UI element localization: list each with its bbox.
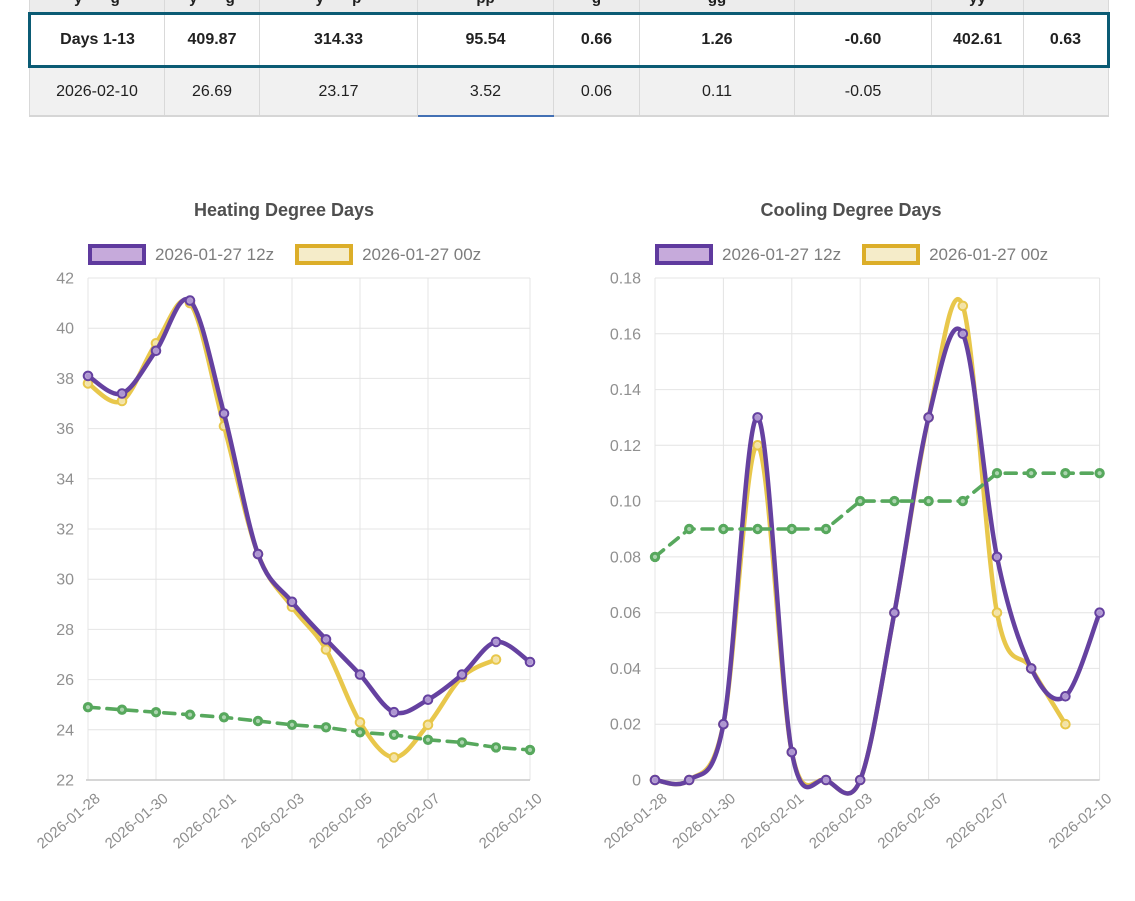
chart-canvas: 42 40 38 36 34 32 30 28 26 24 222026-01-282026-01-…: [28, 190, 568, 900]
y-axis-tick-label: 38: [56, 371, 74, 388]
table-header-cell: gg: [640, 0, 795, 14]
row-label-cell: 2026-02-10: [30, 67, 165, 117]
value-cell: 314.33: [260, 14, 418, 67]
y-axis-tick-label: 0.06: [610, 605, 641, 622]
x-axis-tick-label: 2026-01-28: [34, 790, 104, 852]
x-axis-tick-label: 2026-02-01: [170, 790, 240, 852]
value-cell: [1024, 67, 1109, 117]
x-axis-tick-label: 2026-01-30: [102, 790, 172, 852]
x-axis-tick-label: 2026-02-07: [374, 790, 444, 852]
value-cell: 95.54: [418, 14, 554, 67]
table-header-cell: y g: [165, 0, 260, 14]
y-axis-tick-label: 22: [56, 773, 74, 790]
clipped-header-text: yy: [932, 0, 1023, 7]
y-axis-tick-label: 26: [56, 672, 74, 689]
table-header-cell: y p: [260, 0, 418, 14]
value-cell: 0.11: [640, 67, 795, 117]
page: y gy gy pppgggyy Days 1-13409.87314.3395…: [0, 0, 1135, 901]
value-cell: 3.52: [418, 67, 554, 117]
y-axis-tick-label: 36: [56, 421, 74, 438]
clipped-header-text: y g: [30, 0, 164, 7]
row-label-cell: Days 1-13: [30, 14, 165, 67]
clipped-header-text: g: [554, 0, 639, 7]
value-cell: 409.87: [165, 14, 260, 67]
clipped-header-text: gg: [640, 0, 794, 7]
x-axis-tick-label: 2026-02-01: [738, 790, 808, 852]
x-axis-tick-label: 2026-02-07: [943, 790, 1013, 852]
degree-days-table: y gy gy pppgggyy Days 1-13409.87314.3395…: [28, 0, 1110, 117]
table-row: Days 1-13409.87314.3395.540.661.26-0.604…: [30, 14, 1109, 67]
y-axis-tick-label: 0.16: [610, 326, 641, 343]
cooling-chart: Cooling Degree Days 2026-01-27 12z 2026-…: [595, 190, 1135, 900]
table-header-cell: [795, 0, 932, 14]
y-axis-tick-label: 28: [56, 622, 74, 639]
x-axis-tick-label: 2026-02-10: [476, 790, 546, 852]
x-axis-tick-label: 2026-01-28: [601, 790, 671, 852]
x-axis-tick-label: 2026-02-10: [1045, 790, 1115, 852]
value-cell: -0.05: [795, 67, 932, 117]
y-axis-tick-label: 0.12: [610, 438, 641, 455]
heating-chart: Heating Degree Days 2026-01-27 12z 2026-…: [28, 190, 568, 900]
x-axis-tick-label: 2026-02-03: [806, 790, 876, 852]
x-axis-tick-label: 2026-01-30: [669, 790, 739, 852]
y-axis-tick-label: 0.04: [610, 661, 641, 678]
y-axis-tick-label: 0.14: [610, 382, 641, 399]
y-axis-tick-label: 0.08: [610, 549, 641, 566]
table-header-cell: yy: [932, 0, 1024, 14]
y-axis-tick-label: 0: [632, 773, 641, 790]
table-row: 2026-02-1026.6923.173.520.060.11-0.05: [30, 67, 1109, 117]
value-cell: 1.26: [640, 14, 795, 67]
value-cell: 0.66: [554, 14, 640, 67]
table-header-row: y gy gy pppgggyy: [30, 0, 1109, 14]
y-axis-tick-label: 34: [56, 471, 74, 488]
table-header-cell: [1024, 0, 1109, 14]
y-axis-tick-label: 0.10: [610, 494, 641, 511]
y-axis-tick-label: 0.18: [610, 271, 641, 288]
value-cell: 0.63: [1024, 14, 1109, 67]
x-axis-tick-label: 2026-02-05: [306, 790, 376, 852]
series-line-2026-01-27 12z: [88, 299, 530, 713]
y-axis-tick-label: 32: [56, 522, 74, 539]
table-header-cell: g: [554, 0, 640, 14]
y-axis-tick-label: 42: [56, 271, 74, 288]
chart-canvas: 0.180.160.140.120.100.080.060.040.020202…: [595, 190, 1135, 900]
value-cell: 26.69: [165, 67, 260, 117]
table-header-cell: pp: [418, 0, 554, 14]
y-axis-tick-label: 40: [56, 321, 74, 338]
y-axis-tick-label: 0.02: [610, 717, 641, 734]
clipped-header-text: y g: [165, 0, 259, 7]
x-axis-tick-label: 2026-02-03: [238, 790, 308, 852]
clipped-header-text: pp: [418, 0, 553, 7]
value-cell: 23.17: [260, 67, 418, 117]
series-line-green-dashed: [655, 473, 1100, 557]
y-axis-tick-label: 24: [56, 722, 74, 739]
value-cell: 402.61: [932, 14, 1024, 67]
table-header-cell: y g: [30, 0, 165, 14]
x-axis-tick-label: 2026-02-05: [874, 790, 944, 852]
value-cell: [932, 67, 1024, 117]
clipped-header-text: y p: [260, 0, 417, 7]
y-axis-tick-label: 30: [56, 572, 74, 589]
value-cell: -0.60: [795, 14, 932, 67]
value-cell: 0.06: [554, 67, 640, 117]
